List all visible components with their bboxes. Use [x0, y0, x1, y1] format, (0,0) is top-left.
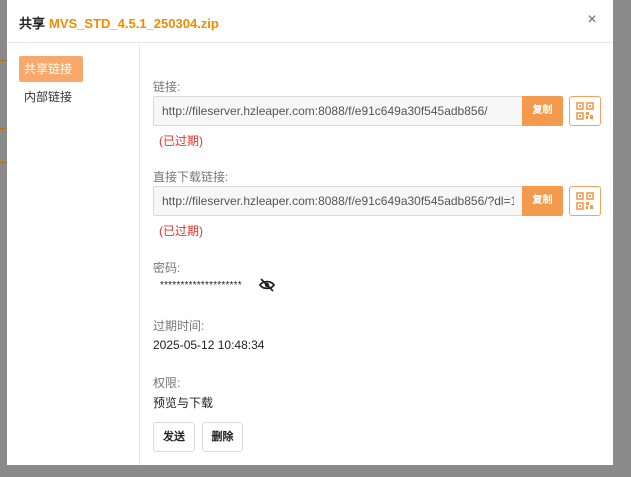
backdrop-line	[0, 60, 6, 61]
direct-download-link-field[interactable]	[153, 186, 522, 216]
link-label: 链接:	[153, 80, 181, 94]
delete-button[interactable]: 删除	[202, 422, 243, 452]
qr-code-button[interactable]	[569, 96, 601, 126]
copy-link-button[interactable]: 复制	[522, 96, 563, 126]
share-content: 链接: 复制 (已过期) 直接下载链接: 复制	[152, 44, 607, 465]
password-label: 密码:	[153, 261, 181, 275]
copy-direct-link-button[interactable]: 复制	[522, 186, 563, 216]
eye-slash-icon[interactable]	[259, 278, 275, 292]
direct-qr-code-button[interactable]	[569, 186, 601, 216]
direct-link-expired-status: (已过期)	[159, 224, 203, 238]
sidebar-item-internal-link[interactable]: 内部链接	[19, 84, 77, 110]
permission-value: 预览与下载	[153, 396, 214, 410]
share-dialog: 共享 MVS_STD_4.5.1_250304.zip × 共享链接 内部链接 链…	[7, 0, 613, 465]
expiration-label: 过期时间:	[153, 319, 205, 333]
dialog-file-name: MVS_STD_4.5.1_250304.zip	[49, 16, 219, 31]
password-value: ********************	[160, 280, 242, 291]
expiration-value: 2025-05-12 10:48:34	[153, 338, 265, 352]
backdrop-line	[0, 162, 6, 163]
dialog-title-prefix: 共享	[19, 16, 46, 31]
backdrop-line	[0, 128, 6, 129]
link-expired-status: (已过期)	[159, 134, 203, 148]
share-type-sidebar: 共享链接 内部链接	[7, 44, 140, 465]
direct-link-label: 直接下载链接:	[153, 170, 229, 184]
qr-code-icon	[576, 102, 594, 120]
close-icon[interactable]: ×	[583, 11, 601, 29]
dialog-title: 共享 MVS_STD_4.5.1_250304.zip	[19, 13, 219, 32]
sidebar-item-share-link[interactable]: 共享链接	[19, 56, 83, 82]
send-button[interactable]: 发送	[153, 422, 195, 452]
dialog-header: 共享 MVS_STD_4.5.1_250304.zip ×	[7, 0, 613, 43]
qr-code-icon	[576, 192, 594, 210]
share-link-field[interactable]	[153, 96, 522, 126]
permission-label: 权限:	[153, 376, 181, 390]
